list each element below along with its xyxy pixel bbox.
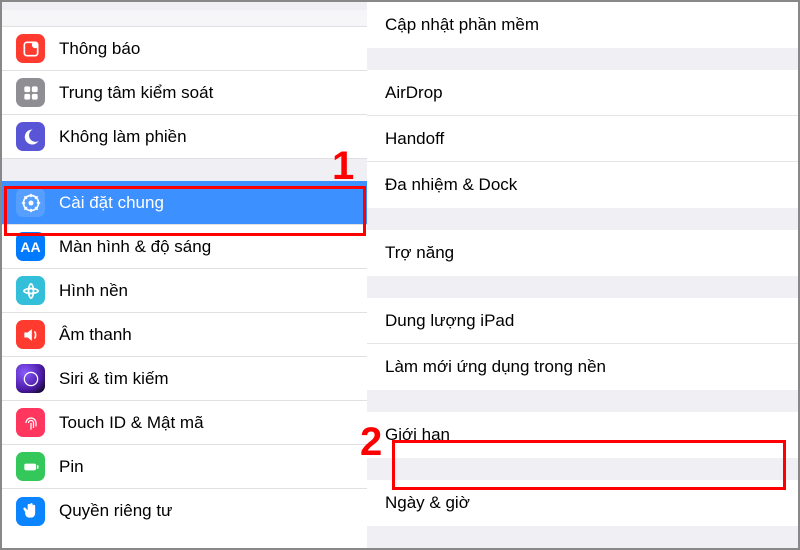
main-gap [367,208,798,230]
row-label: Ngày & giờ [385,493,470,513]
settings-sidebar: Thông báo Trung tâm kiểm soát Không làm … [2,2,367,548]
sidebar-item-sounds[interactable]: Âm thanh [2,313,367,357]
row-multitask-dock[interactable]: Đa nhiệm & Dock [367,162,798,208]
sidebar-item-label: Quyền riêng tư [59,501,353,521]
row-label: AirDrop [385,83,443,103]
row-software-update[interactable]: Cập nhật phần mềm [367,2,798,48]
siri-icon [16,364,45,393]
moon-icon [16,122,45,151]
row-label: Làm mới ứng dụng trong nền [385,357,606,377]
main-gap [367,48,798,70]
sidebar-item-do-not-disturb[interactable]: Không làm phiền [2,115,367,159]
sidebar-item-display[interactable]: AA Màn hình & độ sáng [2,225,367,269]
row-background-refresh[interactable]: Làm mới ứng dụng trong nền [367,344,798,390]
row-date-time[interactable]: Ngày & giờ [367,480,798,526]
sidebar-item-control-center[interactable]: Trung tâm kiểm soát [2,71,367,115]
row-label: Cập nhật phần mềm [385,15,539,35]
general-settings-panel: Cập nhật phần mềm AirDrop Handoff Đa nhi… [367,2,798,548]
battery-icon [16,452,45,481]
wallpaper-icon [16,276,45,305]
main-gap [367,458,798,480]
sidebar-header-blank [2,10,367,27]
gear-icon [16,188,45,217]
row-label: Giới hạn [385,425,450,445]
sidebar-item-touchid[interactable]: Touch ID & Mật mã [2,401,367,445]
sidebar-item-label: Touch ID & Mật mã [59,413,353,433]
display-icon: AA [16,232,45,261]
sidebar-item-label: Thông báo [59,39,353,59]
fingerprint-icon [16,408,45,437]
speaker-icon [16,320,45,349]
sidebar-item-label: Trung tâm kiểm soát [59,83,353,103]
row-ipad-storage[interactable]: Dung lượng iPad [367,298,798,344]
row-label: Dung lượng iPad [385,311,514,331]
row-label: Trợ năng [385,243,454,263]
main-gap [367,390,798,412]
sidebar-item-general[interactable]: Cài đặt chung [2,181,367,225]
sidebar-item-label: Pin [59,457,353,477]
notifications-icon [16,34,45,63]
sidebar-item-label: Không làm phiền [59,127,353,147]
sidebar-item-label: Cài đặt chung [59,193,353,213]
row-label: Đa nhiệm & Dock [385,175,517,195]
main-gap [367,276,798,298]
sidebar-header-gap [2,2,367,10]
row-handoff[interactable]: Handoff [367,116,798,162]
sidebar-item-label: Âm thanh [59,325,353,345]
sidebar-item-siri[interactable]: Siri & tìm kiếm [2,357,367,401]
sidebar-item-battery[interactable]: Pin [2,445,367,489]
sidebar-item-wallpaper[interactable]: Hình nền [2,269,367,313]
row-restrictions[interactable]: Giới hạn [367,412,798,458]
row-label: Handoff [385,129,444,149]
hand-icon [16,497,45,526]
sidebar-item-label: Siri & tìm kiếm [59,369,353,389]
sidebar-item-notifications[interactable]: Thông báo [2,27,367,71]
sidebar-item-label: Hình nền [59,281,353,301]
sidebar-gap [2,159,367,181]
row-airdrop[interactable]: AirDrop [367,70,798,116]
control-center-icon [16,78,45,107]
sidebar-item-label: Màn hình & độ sáng [59,237,353,257]
sidebar-item-privacy[interactable]: Quyền riêng tư [2,489,367,533]
row-accessibility[interactable]: Trợ năng [367,230,798,276]
